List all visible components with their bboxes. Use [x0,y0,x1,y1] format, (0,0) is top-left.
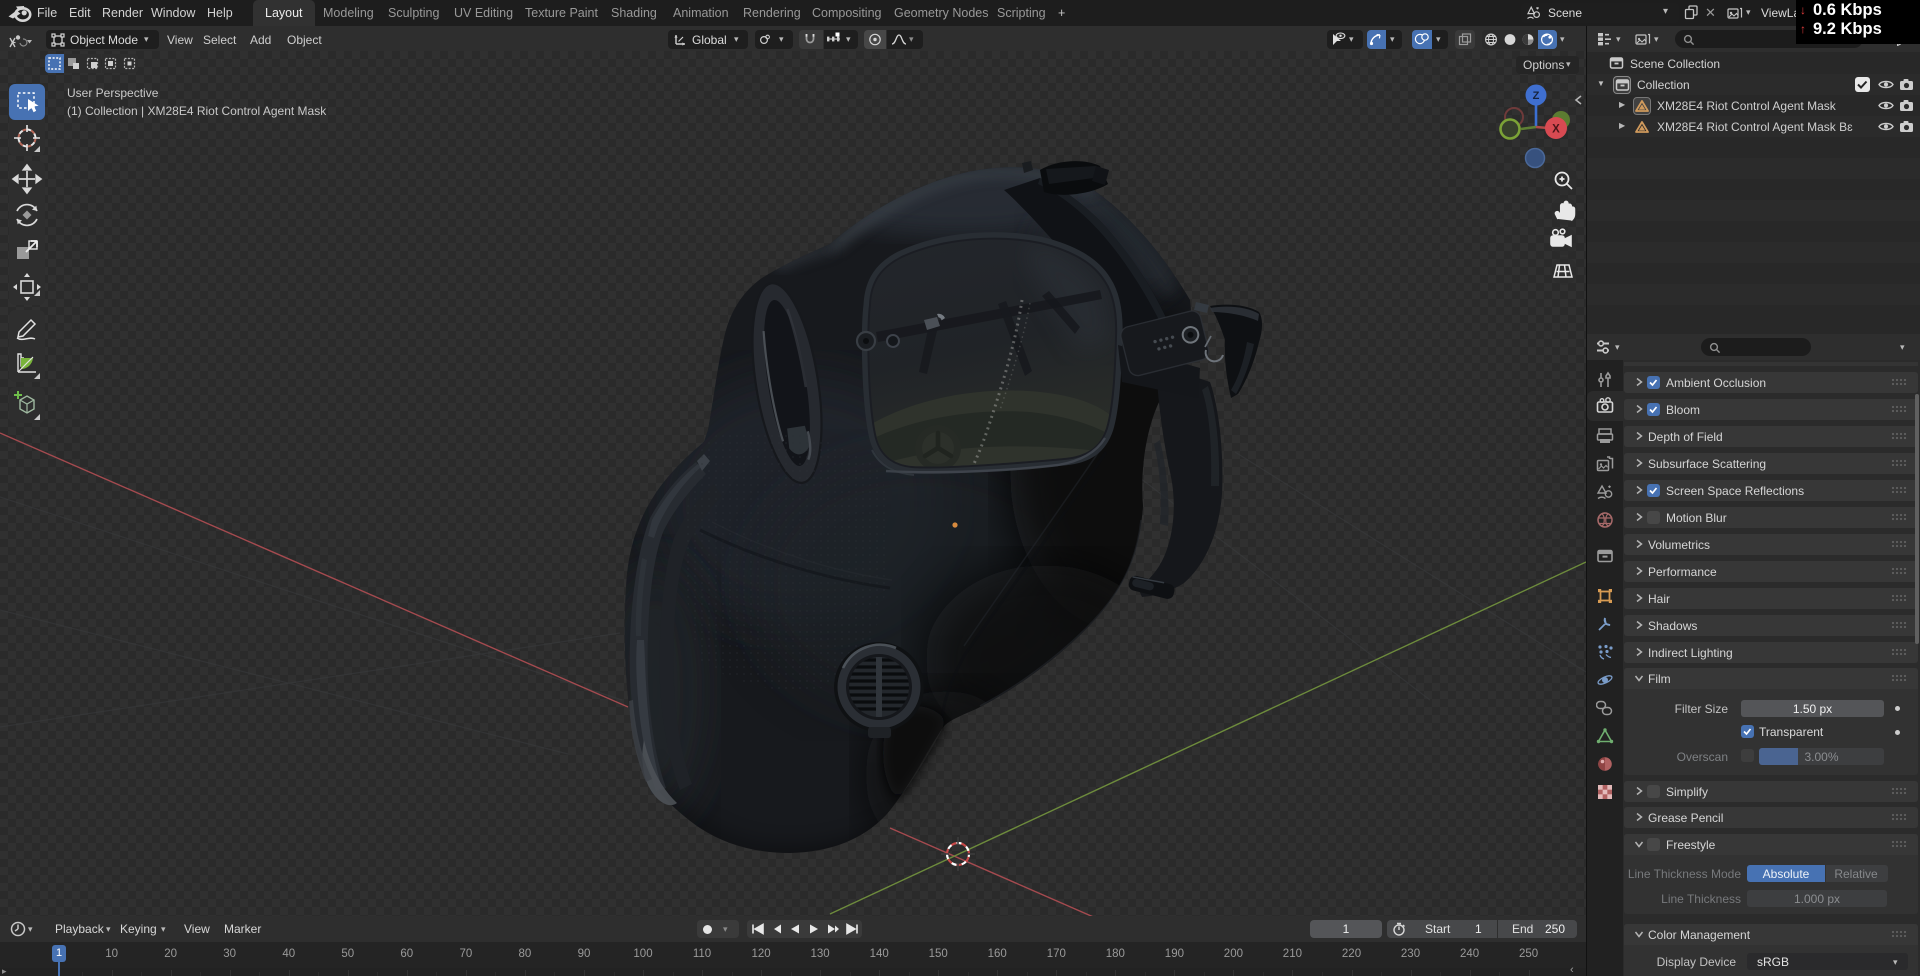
svg-text:Z: Z [1533,90,1540,102]
svg-text:X: X [1552,124,1560,136]
